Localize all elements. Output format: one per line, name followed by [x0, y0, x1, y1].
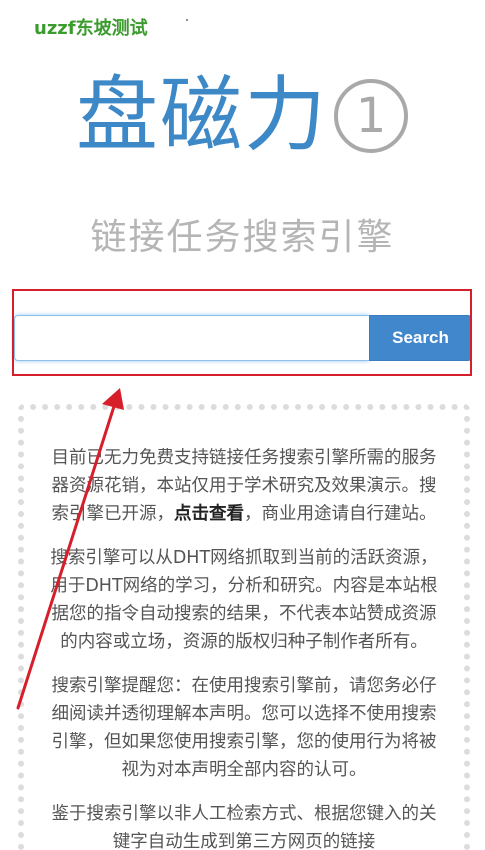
disclaimer-paragraph-1: 目前已无力免费支持链接任务搜索引擎所需的服务器资源花销，本站仅用于学术研究及效果…: [46, 444, 442, 528]
site-logo[interactable]: 盘磁力 1: [76, 66, 409, 166]
logo-circle-number: 1: [355, 88, 387, 144]
watermark-text: uzzf东坡测试: [34, 18, 148, 39]
disclaimer-paragraph-4: 鉴于搜索引擎以非人工检索方式、根据您键入的关键字自动生成到第三方网页的链接: [51, 804, 437, 850]
stray-dot: [186, 19, 188, 21]
annotation-highlight-box: [12, 289, 472, 376]
circled-number-icon: 1: [334, 79, 409, 153]
disclaimer-paragraph-3: 搜索引擎提醒您：在使用搜索引擎前，请您务必仔细阅读并透彻理解本声明。您可以选择不…: [51, 676, 437, 780]
page: uzzf东坡测试 盘磁力 1 链接任务搜索引擎 Search 目前已无力免费支持…: [0, 0, 485, 850]
disclaimer-box: 目前已无力免费支持链接任务搜索引擎所需的服务器资源花销，本站仅用于学术研究及效果…: [18, 404, 470, 850]
disclaimer-paragraph-2: 搜索引擎可以从DHT网络抓取到当前的活跃资源，用于DHT网络的学习，分析和研究。…: [50, 548, 438, 652]
disclaimer-p1-text-b: ，商业用途请自行建站。: [244, 504, 437, 524]
logo-text: 盘磁力: [76, 68, 329, 163]
site-tagline: 链接任务搜索引擎: [90, 217, 395, 258]
view-source-link[interactable]: 点击查看: [174, 504, 244, 524]
